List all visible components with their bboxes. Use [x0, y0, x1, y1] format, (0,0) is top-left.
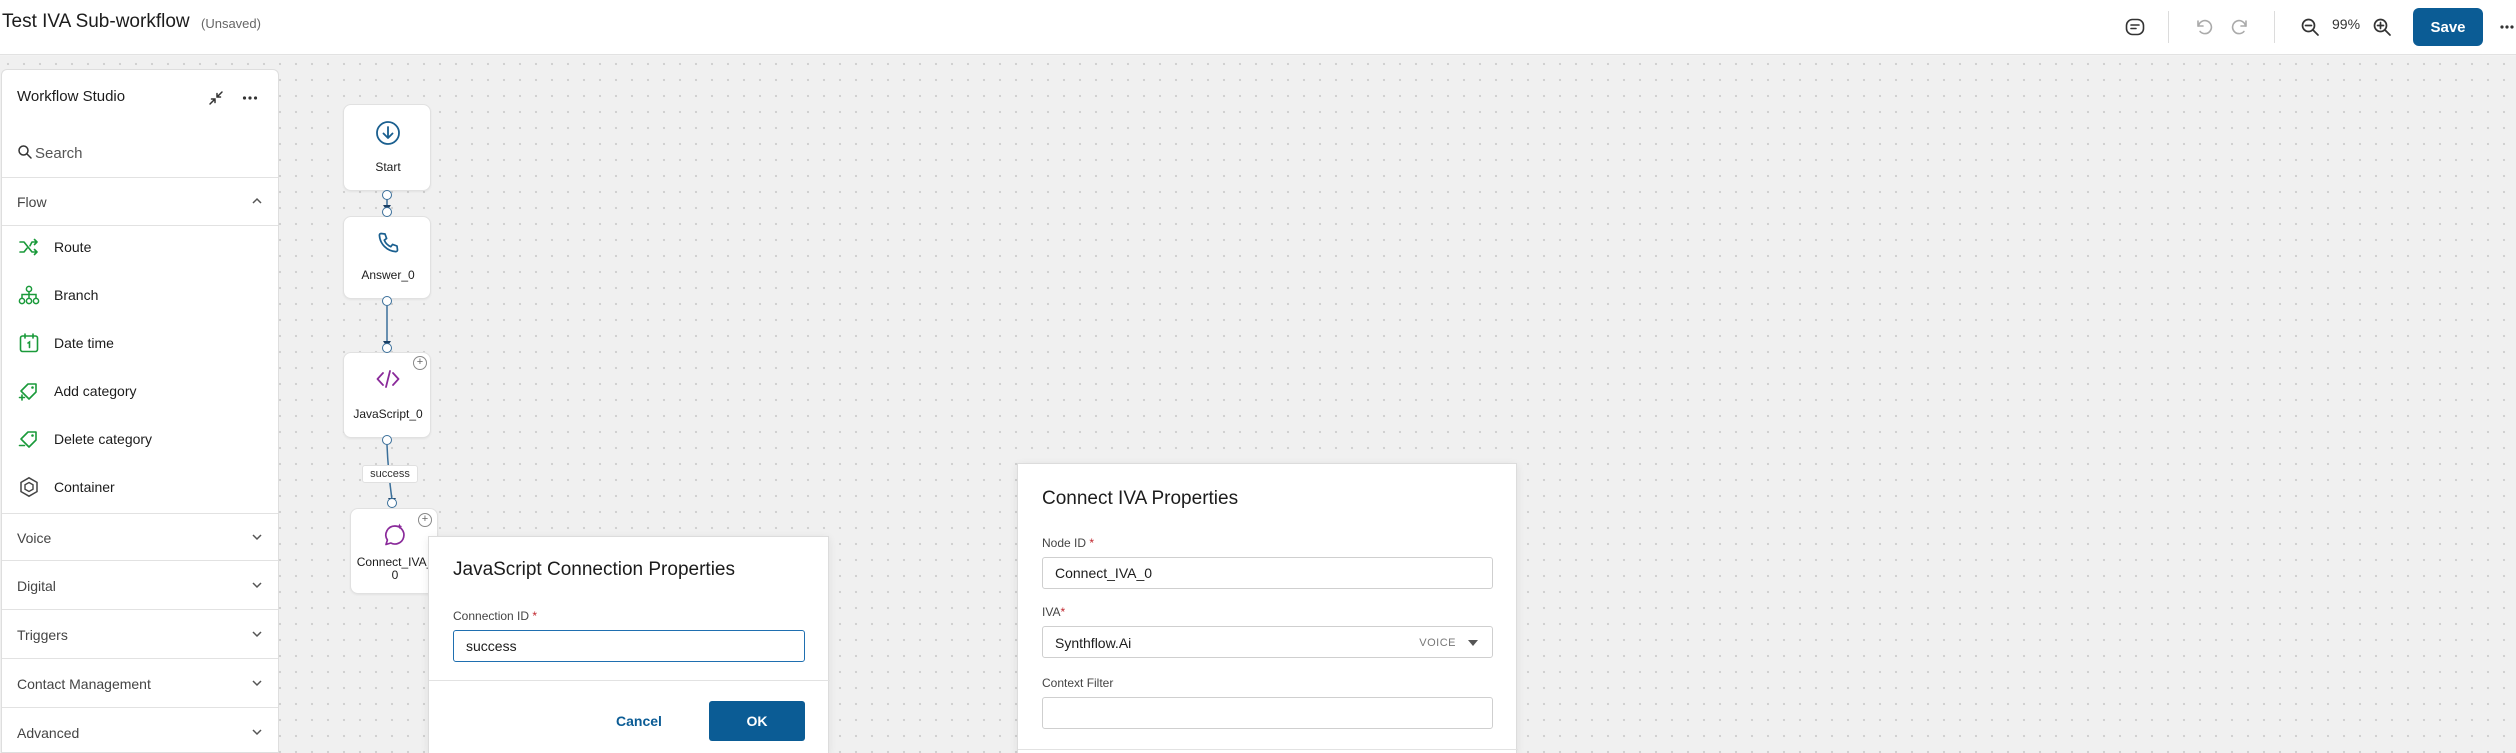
node-answer[interactable]: Answer_0: [343, 216, 431, 299]
iva-label: IVA*: [1042, 605, 1066, 619]
iva-select[interactable]: Synthflow.Ai VOICE: [1042, 626, 1493, 658]
node-input-port[interactable]: [382, 343, 392, 353]
chevron-down-icon: [250, 578, 264, 597]
section-flow-label: Flow: [17, 194, 47, 210]
sidebar-title: Workflow Studio: [17, 88, 126, 105]
section-contact-management[interactable]: Contact Management: [2, 660, 278, 708]
section-label: Advanced: [17, 725, 80, 741]
dialog-title: JavaScript Connection Properties: [453, 559, 735, 580]
workflow-studio-sidebar: Workflow Studio Flow Route Branch Date t…: [1, 69, 279, 753]
section-flow[interactable]: Flow: [2, 178, 278, 226]
connect-iva-properties-panel: Connect IVA Properties Node ID * IVA* Sy…: [1017, 463, 1518, 753]
sidebar-item-label: Add category: [54, 383, 137, 399]
node-label: Answer_0: [361, 268, 415, 282]
node-output-port[interactable]: [382, 296, 392, 306]
container-icon: [17, 475, 41, 499]
node-label-line-2: 0: [391, 568, 399, 582]
sidebar-item-date-time[interactable]: Date time: [2, 321, 278, 365]
calendar-icon: [17, 331, 41, 355]
sidebar-item-add-category[interactable]: Add category: [2, 369, 278, 413]
add-connection-icon[interactable]: +: [413, 356, 427, 370]
sidebar-item-label: Date time: [54, 335, 114, 351]
section-label: Voice: [17, 530, 52, 546]
node-input-port[interactable]: [387, 498, 397, 508]
shuffle-icon: [17, 235, 41, 259]
chevron-down-icon: [250, 676, 264, 695]
context-filter-label: Context Filter: [1042, 676, 1114, 690]
section-voice[interactable]: Voice: [2, 513, 278, 561]
sidebar-item-label: Container: [54, 479, 115, 495]
chevron-up-icon: [250, 194, 264, 213]
sidebar-item-container[interactable]: Container: [2, 465, 278, 509]
section-triggers[interactable]: Triggers: [2, 611, 278, 659]
sidebar-item-label: Branch: [54, 287, 99, 303]
panel-divider: [1018, 749, 1518, 750]
sidebar-item-route[interactable]: Route: [2, 225, 278, 269]
node-label: JavaScript_0: [353, 407, 423, 421]
sidebar-item-branch[interactable]: Branch: [2, 273, 278, 317]
ok-button[interactable]: OK: [709, 701, 805, 741]
node-id-label: Node ID *: [1042, 536, 1095, 550]
chevron-down-icon: [250, 725, 264, 744]
node-input-port[interactable]: [382, 207, 392, 217]
download-circle-icon: [344, 119, 432, 147]
section-advanced[interactable]: Advanced: [2, 709, 278, 752]
connection-id-input[interactable]: [453, 630, 805, 662]
section-label: Triggers: [17, 627, 68, 643]
sidebar-item-delete-category[interactable]: Delete category: [2, 417, 278, 461]
tag-delete-icon: [17, 427, 41, 451]
search-input[interactable]: [35, 140, 265, 166]
chevron-down-icon: [250, 627, 264, 646]
sidebar-search: [2, 130, 278, 178]
iva-selected-value: Synthflow.Ai: [1055, 635, 1132, 651]
chevron-down-icon: [250, 530, 264, 549]
cancel-button[interactable]: Cancel: [599, 701, 679, 741]
add-connection-icon[interactable]: +: [418, 513, 432, 527]
sidebar-item-label: Delete category: [54, 431, 153, 447]
collapse-icon[interactable]: [204, 86, 228, 110]
sidebar-more-icon[interactable]: [238, 86, 262, 110]
sidebar-item-label: Route: [54, 239, 92, 255]
section-label: Contact Management: [17, 676, 151, 692]
section-label: Digital: [17, 578, 56, 594]
node-start[interactable]: Start: [343, 104, 431, 191]
node-label: Start: [375, 160, 401, 174]
iva-channel-tag: VOICE: [1419, 637, 1456, 649]
dialog-divider: [429, 680, 830, 681]
node-output-port[interactable]: [382, 190, 392, 200]
panel-title: Connect IVA Properties: [1042, 488, 1239, 509]
phone-icon: [344, 229, 432, 257]
section-digital[interactable]: Digital: [2, 562, 278, 610]
branch-icon: [17, 283, 41, 307]
javascript-connection-dialog: JavaScript Connection Properties Connect…: [428, 536, 830, 753]
edge-label-success[interactable]: success: [362, 465, 418, 483]
dropdown-caret-icon: [1468, 640, 1478, 646]
connection-id-label: Connection ID *: [453, 609, 538, 623]
node-id-input[interactable]: [1042, 557, 1493, 589]
tag-add-icon: [17, 379, 41, 403]
context-filter-input[interactable]: [1042, 697, 1493, 729]
search-icon: [17, 144, 33, 165]
node-output-port[interactable]: [382, 435, 392, 445]
